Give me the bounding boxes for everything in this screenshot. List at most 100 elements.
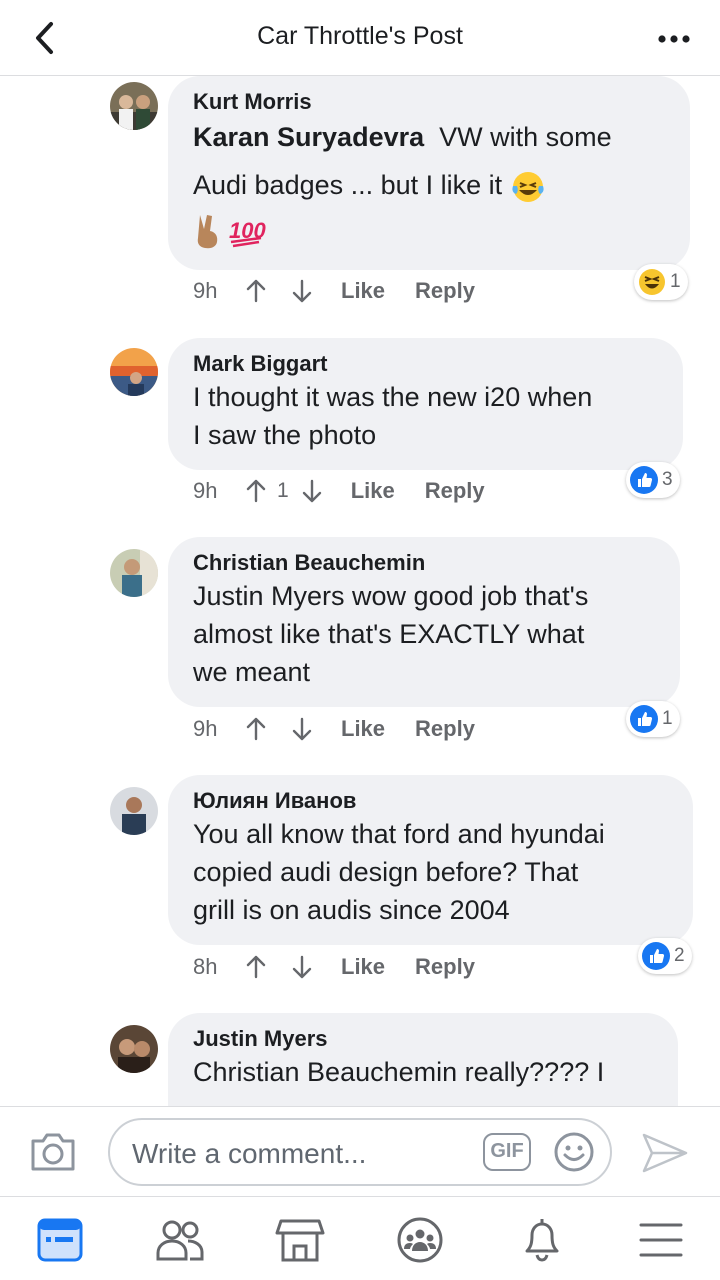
reply-button[interactable]: Reply bbox=[415, 954, 475, 980]
vote-count: 1 bbox=[277, 479, 289, 502]
comment-actions: 9h Like Reply bbox=[193, 276, 475, 306]
comment-author[interactable]: Christian Beauchemin bbox=[193, 549, 656, 577]
comment-timestamp: 9h bbox=[193, 278, 218, 303]
avatar[interactable] bbox=[110, 787, 158, 835]
arrow-down-icon bbox=[292, 279, 312, 303]
laughing-emoji-icon bbox=[639, 269, 665, 295]
tab-news-feed[interactable] bbox=[35, 1215, 85, 1265]
thumbs-up-reaction-icon bbox=[630, 705, 658, 733]
thumbs-up-reaction-icon bbox=[642, 942, 670, 970]
more-dots-icon bbox=[658, 35, 690, 43]
reaction-badge[interactable]: 3 bbox=[626, 462, 680, 498]
comment-author[interactable]: Mark Biggart bbox=[193, 350, 659, 378]
like-button[interactable]: Like bbox=[341, 954, 385, 980]
news-feed-icon bbox=[37, 1218, 83, 1262]
avatar[interactable] bbox=[110, 348, 158, 396]
page-title: Car Throttle's Post bbox=[257, 22, 463, 50]
bottom-navigation bbox=[0, 1196, 720, 1280]
comments-list[interactable]: Kurt Morris Karan Suryadevra VW with som… bbox=[0, 76, 720, 1106]
arrow-down-icon bbox=[302, 479, 321, 503]
comment-text: Justin Myers wow good job that's bbox=[193, 581, 589, 611]
camera-button[interactable] bbox=[28, 1131, 78, 1178]
marketplace-icon bbox=[275, 1219, 325, 1262]
upvote-button[interactable] bbox=[243, 477, 269, 505]
top-bar: Car Throttle's Post bbox=[0, 0, 720, 76]
reaction-count: 2 bbox=[674, 945, 685, 966]
smiley-icon bbox=[554, 1132, 594, 1172]
comment-timestamp: 8h bbox=[193, 954, 218, 979]
arrow-up-icon bbox=[246, 279, 266, 303]
sticker-button[interactable] bbox=[553, 1131, 595, 1178]
hundred-points-emoji-icon: 100 bbox=[229, 218, 266, 248]
gif-button[interactable]: GIF bbox=[483, 1133, 531, 1171]
tab-menu[interactable] bbox=[636, 1215, 686, 1265]
comment-author[interactable]: Kurt Morris bbox=[193, 88, 666, 116]
reaction-count: 3 bbox=[662, 469, 673, 490]
comment-text: we meant bbox=[193, 657, 311, 687]
comment-bubble[interactable]: Mark Biggart I thought it was the new i2… bbox=[168, 338, 683, 470]
comment-bubble[interactable]: Christian Beauchemin Justin Myers wow go… bbox=[168, 537, 680, 707]
comment-author[interactable]: Justin Myers bbox=[193, 1025, 654, 1053]
laughing-tears-emoji-icon bbox=[512, 171, 544, 202]
arrow-up-icon bbox=[246, 955, 266, 979]
reaction-count: 1 bbox=[670, 271, 681, 292]
upvote-button[interactable] bbox=[243, 715, 269, 743]
downvote-button[interactable] bbox=[289, 715, 315, 743]
upvote-button[interactable] bbox=[243, 277, 269, 305]
arrow-down-icon bbox=[292, 955, 312, 979]
comment-input-placeholder: Write a comment... bbox=[132, 1138, 367, 1169]
comment-text: Audi badges ... but I like it bbox=[193, 170, 503, 200]
tab-marketplace[interactable] bbox=[275, 1215, 325, 1265]
comment-text: You all know that ford and hyundai bbox=[193, 819, 605, 849]
downvote-button[interactable] bbox=[289, 277, 315, 305]
comment-author[interactable]: Юлиян Иванов bbox=[193, 787, 669, 815]
like-button[interactable]: Like bbox=[341, 278, 385, 304]
comment-text: I thought it was the new i20 when bbox=[193, 382, 593, 412]
reaction-badge[interactable]: 1 bbox=[634, 264, 688, 300]
comment-composer: Write a comment... GIF bbox=[0, 1106, 720, 1196]
tab-groups[interactable] bbox=[395, 1215, 445, 1265]
comment-text: almost like that's EXACTLY what bbox=[193, 619, 585, 649]
arrow-up-icon bbox=[246, 479, 266, 503]
reaction-badge[interactable]: 2 bbox=[638, 938, 692, 974]
comment-timestamp: 9h bbox=[193, 716, 218, 741]
reply-button[interactable]: Reply bbox=[415, 278, 475, 304]
comment-text: grill is on audis since 2004 bbox=[193, 895, 510, 925]
send-icon bbox=[642, 1133, 688, 1173]
comment-text: I saw the photo bbox=[193, 420, 377, 450]
like-button[interactable]: Like bbox=[351, 478, 395, 504]
victory-hand-emoji-icon bbox=[197, 214, 218, 249]
comment-input[interactable]: Write a comment... GIF bbox=[108, 1118, 612, 1186]
avatar[interactable] bbox=[110, 549, 158, 597]
mention-link[interactable]: Karan Suryadevra bbox=[193, 122, 424, 152]
reply-button[interactable]: Reply bbox=[425, 478, 485, 504]
reaction-badge[interactable]: 1 bbox=[626, 701, 680, 737]
arrow-down-icon bbox=[292, 717, 312, 741]
more-options-button[interactable] bbox=[654, 24, 694, 54]
comment-text: Christian Beauchemin really???? I bbox=[193, 1057, 605, 1087]
upvote-button[interactable] bbox=[243, 953, 269, 981]
reaction-count: 1 bbox=[662, 708, 673, 729]
arrow-up-icon bbox=[246, 717, 266, 741]
downvote-button[interactable] bbox=[299, 477, 325, 505]
camera-icon bbox=[31, 1133, 75, 1171]
comment-bubble[interactable]: Justin Myers Christian Beauchemin really… bbox=[168, 1013, 678, 1106]
comment-actions: 8h Like Reply bbox=[193, 952, 475, 982]
comment-actions: 9h 1 Like Reply bbox=[193, 476, 485, 506]
avatar[interactable] bbox=[110, 82, 158, 130]
like-button[interactable]: Like bbox=[341, 716, 385, 742]
send-button[interactable] bbox=[640, 1131, 690, 1180]
tab-friends[interactable] bbox=[155, 1215, 205, 1265]
comment-actions: 9h Like Reply bbox=[193, 714, 475, 744]
friends-icon bbox=[156, 1220, 204, 1261]
comment-bubble[interactable]: Юлиян Иванов You all know that ford and … bbox=[168, 775, 693, 945]
thumbs-up-reaction-icon bbox=[630, 466, 658, 494]
hamburger-menu-icon bbox=[639, 1223, 683, 1257]
downvote-button[interactable] bbox=[289, 953, 315, 981]
avatar[interactable] bbox=[110, 1025, 158, 1073]
comment-bubble[interactable]: Kurt Morris Karan Suryadevra VW with som… bbox=[168, 76, 690, 270]
notifications-bell-icon bbox=[525, 1219, 559, 1262]
groups-icon bbox=[397, 1217, 443, 1263]
reply-button[interactable]: Reply bbox=[415, 716, 475, 742]
tab-notifications[interactable] bbox=[517, 1215, 567, 1265]
